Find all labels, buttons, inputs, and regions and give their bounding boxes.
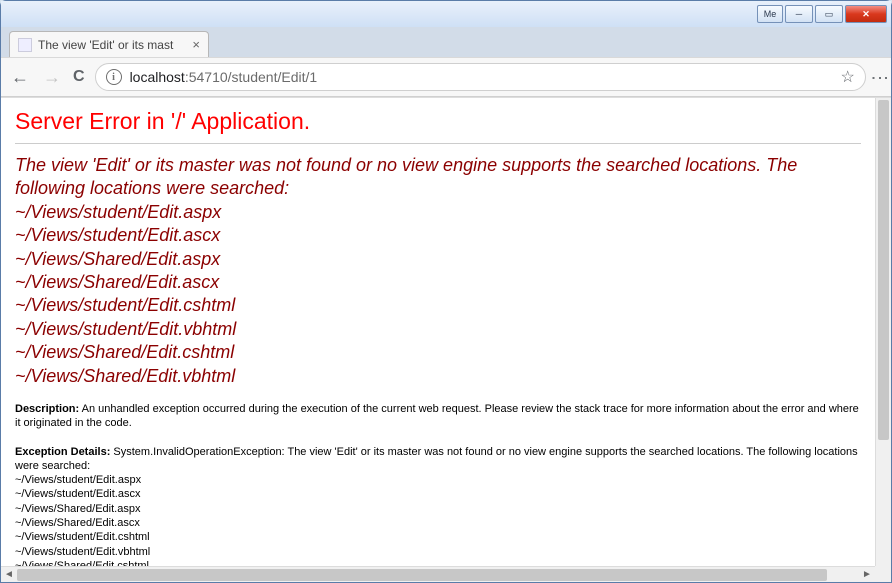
scroll-thumb[interactable] — [17, 569, 827, 581]
page-content: Server Error in '/' Application. The vie… — [1, 98, 875, 566]
scroll-left-icon[interactable]: ◄ — [1, 569, 17, 580]
scroll-corner — [875, 566, 891, 582]
horizontal-scrollbar[interactable]: ◄ ► — [1, 566, 875, 582]
scroll-track[interactable] — [17, 569, 859, 581]
reload-button[interactable]: C — [73, 68, 85, 86]
error-title: Server Error in '/' Application. — [15, 108, 861, 135]
window-close-button[interactable]: ✕ — [845, 5, 887, 23]
minimize-button[interactable]: ─ — [785, 5, 813, 23]
bookmark-star-icon[interactable]: ☆ — [840, 67, 854, 87]
browser-toolbar: ← → C i localhost:54710/student/Edit/1 ☆… — [1, 57, 891, 97]
site-info-icon[interactable]: i — [106, 69, 122, 85]
location-line: ~/Views/student/Edit.ascx — [15, 225, 220, 245]
location-line: ~/Views/Shared/Edit.vbhtml — [15, 366, 235, 386]
menu-icon[interactable]: ⋮ — [876, 69, 883, 85]
divider — [15, 143, 861, 144]
location-line: ~/Views/student/Edit.vbhtml — [15, 319, 236, 339]
favicon-icon — [18, 38, 32, 52]
location-line: ~/Views/student/Edit.cshtml — [15, 295, 235, 315]
location-line: ~/Views/Shared/Edit.ascx — [15, 272, 219, 292]
error-message: The view 'Edit' or its master was not fo… — [15, 154, 861, 388]
location-line: ~/Views/Shared/Edit.cshtml — [15, 342, 234, 362]
vertical-scrollbar[interactable] — [875, 98, 891, 566]
window-titlebar: Me ─ ▭ ✕ — [1, 1, 891, 27]
scroll-right-icon[interactable]: ► — [859, 569, 875, 580]
browser-window: Me ─ ▭ ✕ The view 'Edit' or its mast × ←… — [0, 0, 892, 583]
browser-tab[interactable]: The view 'Edit' or its mast × — [9, 31, 209, 57]
location-line: ~/Views/Shared/Edit.aspx — [15, 249, 220, 269]
exception-location-line: ~/Views/student/Edit.aspx — [15, 474, 141, 486]
exception-location-line: ~/Views/student/Edit.vbhtml — [15, 546, 150, 558]
user-badge[interactable]: Me — [757, 5, 783, 23]
tab-strip: The view 'Edit' or its mast × — [1, 27, 891, 57]
maximize-button[interactable]: ▭ — [815, 5, 843, 23]
error-description: Description: An unhandled exception occu… — [15, 402, 861, 431]
forward-button: → — [41, 67, 63, 88]
back-button[interactable]: ← — [9, 67, 31, 88]
exception-location-line: ~/Views/Shared/Edit.ascx — [15, 517, 140, 529]
exception-location-line: ~/Views/student/Edit.ascx — [15, 488, 140, 500]
exception-details: Exception Details: System.InvalidOperati… — [15, 445, 861, 567]
tab-close-icon[interactable]: × — [192, 37, 200, 52]
viewport: Server Error in '/' Application. The vie… — [1, 97, 891, 582]
url-text: localhost:54710/student/Edit/1 — [130, 69, 833, 85]
exception-location-line: ~/Views/student/Edit.cshtml — [15, 531, 150, 543]
exception-location-line: ~/Views/Shared/Edit.aspx — [15, 503, 140, 515]
tab-title: The view 'Edit' or its mast — [38, 38, 186, 52]
scroll-thumb[interactable] — [878, 100, 889, 440]
location-line: ~/Views/student/Edit.aspx — [15, 202, 221, 222]
address-bar[interactable]: i localhost:54710/student/Edit/1 ☆ — [95, 63, 866, 91]
